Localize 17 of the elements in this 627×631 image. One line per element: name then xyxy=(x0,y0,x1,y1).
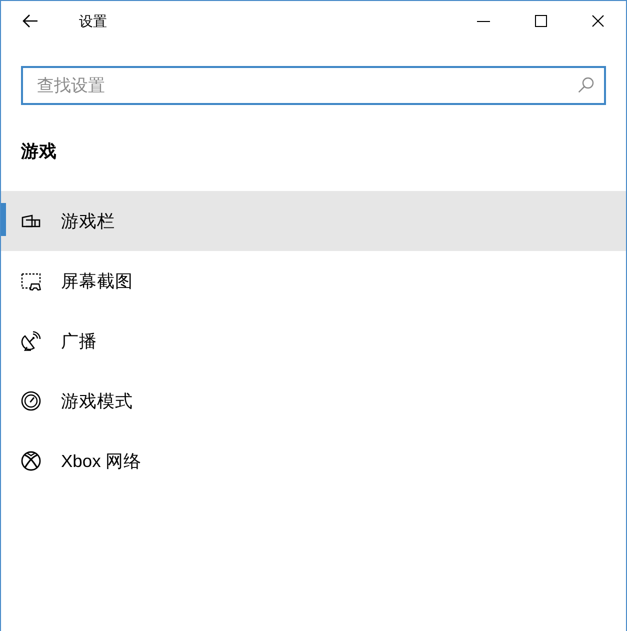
search-icon xyxy=(578,77,594,93)
back-arrow-icon xyxy=(22,14,38,28)
satellite-dish-icon xyxy=(21,331,41,351)
sidebar-item[interactable]: 屏幕截图 xyxy=(1,251,626,311)
sidebar-item[interactable]: 游戏模式 xyxy=(1,371,626,431)
section-heading: 游戏 xyxy=(21,140,57,163)
minimize-icon xyxy=(477,20,490,22)
gauge-icon xyxy=(21,391,41,411)
maximize-icon xyxy=(534,15,546,27)
close-icon xyxy=(592,15,604,27)
screenshot-gamepad-icon xyxy=(21,271,41,291)
sidebar-item[interactable]: Xbox 网络 xyxy=(1,431,626,491)
sidebar-item[interactable]: 广播 xyxy=(1,311,626,371)
sidebar-item[interactable]: 游戏栏 xyxy=(1,191,626,251)
window-title: 设置 xyxy=(79,12,107,30)
crossed-circle-icon xyxy=(21,451,41,471)
search-field[interactable]: 查找设置 xyxy=(21,66,606,105)
